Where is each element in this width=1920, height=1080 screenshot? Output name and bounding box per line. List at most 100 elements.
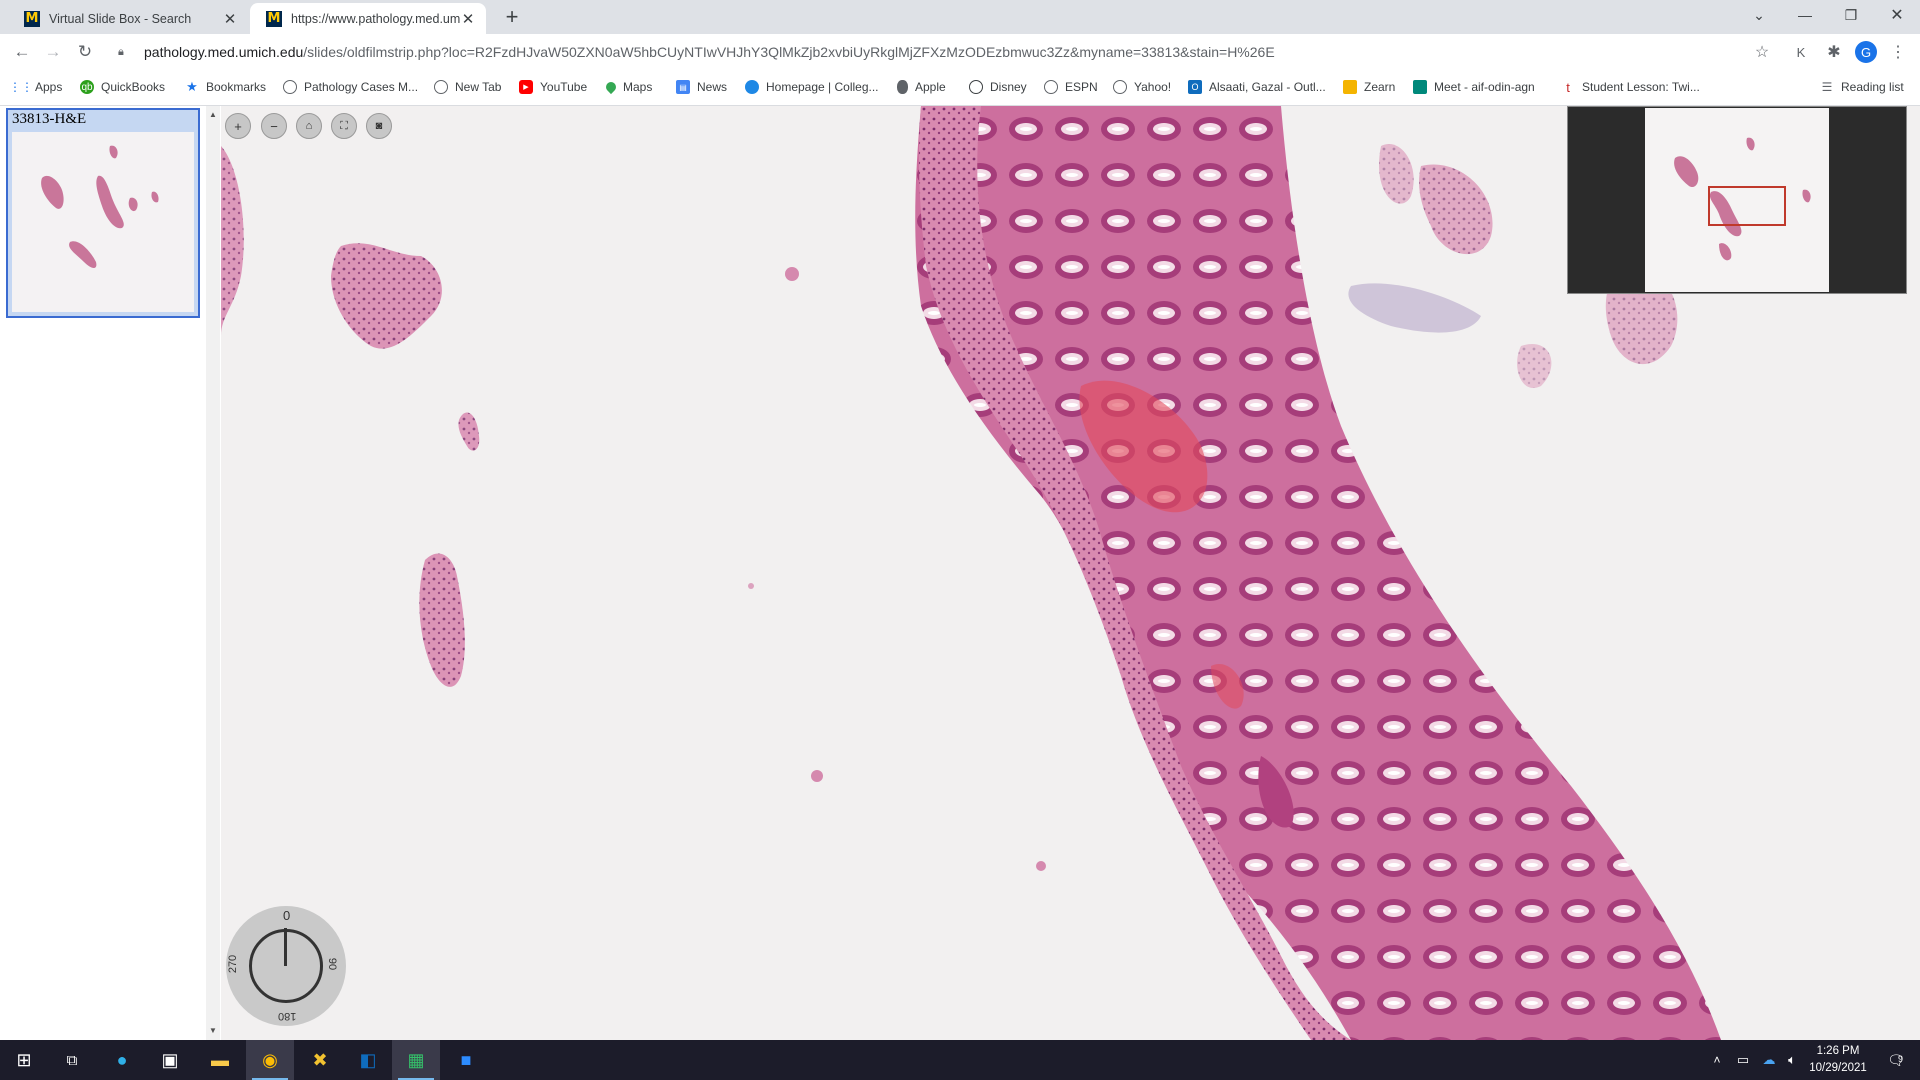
- chrome-icon[interactable]: ◉: [246, 1040, 294, 1080]
- tab-close-icon[interactable]: ✕: [222, 10, 238, 28]
- tab-pathology-slide[interactable]: M https://www.pathology.med.umich ✕: [250, 3, 486, 34]
- bookmarks-bar: ⋮⋮ Apps qb QuickBooks ★ Bookmarks Pathology…: [0, 70, 1920, 106]
- restore-icon[interactable]: ❐: [1836, 4, 1866, 26]
- umich-favicon-icon: M: [24, 10, 40, 27]
- notification-icon[interactable]: 🗨︎ 9: [1876, 1040, 1916, 1080]
- rotation-control[interactable]: 0 90 180 270: [226, 906, 346, 1026]
- task-view-icon[interactable]: ⧉: [48, 1040, 96, 1080]
- fullscreen-icon[interactable]: ⛶: [331, 113, 357, 139]
- clock-time: 1:26 PM: [1816, 1045, 1860, 1057]
- reading-list-button[interactable]: ☰ Reading list: [1820, 77, 1904, 97]
- edge-icon[interactable]: ●: [98, 1040, 146, 1080]
- zoom-app-icon[interactable]: ■: [442, 1040, 490, 1080]
- page-content: 33813-H&E ▲ ▼ + − ⌂ ⛶ ◙ 0 90 180 270: [0, 106, 1920, 1040]
- clock-date: 10/29/2021: [1809, 1062, 1867, 1074]
- url-text: pathology.med.umich.edu/slides/oldfilmst…: [144, 44, 1275, 60]
- outlook-taskbar-icon[interactable]: ◧: [344, 1040, 392, 1080]
- windows-start-icon[interactable]: ⊞: [0, 1040, 48, 1080]
- tab-virtual-slide-box[interactable]: M Virtual Slide Box - Search ✕: [8, 3, 248, 34]
- notification-count: 9: [1898, 1054, 1904, 1064]
- bookmark-label: QuickBooks: [101, 80, 166, 94]
- system-clock[interactable]: 1:26 PM 10/29/2021: [1800, 1043, 1876, 1077]
- scroll-down-arrow-icon[interactable]: ▼: [209, 1026, 217, 1035]
- menu-kebab-icon[interactable]: ⋮: [1887, 41, 1909, 63]
- network-icon[interactable]: ▭: [1730, 1040, 1756, 1080]
- bookmark-outlook[interactable]: O Alsaati, Gazal - Outl...: [1188, 77, 1326, 97]
- back-arrow-icon[interactable]: ←: [10, 40, 34, 64]
- globe-icon: [434, 80, 448, 94]
- bookmark-apps[interactable]: ⋮⋮ Apps: [9, 77, 62, 97]
- reading-list-icon: ☰: [1821, 80, 1833, 94]
- file-explorer-icon[interactable]: ▬: [196, 1040, 244, 1080]
- news-icon: ▤: [676, 80, 690, 94]
- onedrive-icon[interactable]: ☁: [1756, 1040, 1782, 1080]
- bookmark-homepage-college[interactable]: Homepage | Colleg...: [745, 77, 879, 97]
- umich-favicon-icon: M: [266, 10, 282, 27]
- windows-taskbar: ⊞ ⧉ ● ▣ ▬ ◉ ✖ ◧ ▦ ■ ˄ ▭ ☁ 🔈︎ 1:26 PM 10/…: [0, 1040, 1920, 1080]
- apple-icon: [897, 80, 908, 94]
- outlook-icon: O: [1188, 80, 1202, 94]
- address-bar[interactable]: 🔒︎ pathology.med.umich.edu/slides/oldfil…: [108, 37, 1788, 67]
- bookmark-student-lesson[interactable]: t Student Lesson: Twi...: [1561, 77, 1700, 97]
- bookmark-label: News: [697, 80, 728, 94]
- bookmark-maps[interactable]: Maps: [603, 77, 652, 97]
- extension-k-icon[interactable]: K: [1790, 41, 1812, 63]
- browser-toolbar: ← → ↻ 🔒︎ pathology.med.umich.edu/slides/…: [0, 34, 1920, 70]
- bookmark-pathology-cases[interactable]: Pathology Cases M...: [283, 77, 418, 97]
- bookmark-zearn[interactable]: Zearn: [1343, 77, 1395, 97]
- tray-chevron-icon[interactable]: ˄: [1704, 1040, 1730, 1080]
- home-icon[interactable]: ⌂: [296, 113, 322, 139]
- url-path: /slides/oldfilmstrip.php?loc=R2FzdHJvaW5…: [303, 44, 1275, 60]
- url-domain: pathology.med.umich.edu: [144, 44, 304, 60]
- bookmark-news[interactable]: ▤ News: [676, 77, 727, 97]
- store-icon[interactable]: ▣: [146, 1040, 194, 1080]
- camera-icon[interactable]: ◙: [366, 113, 392, 139]
- tab-search-chevron-icon[interactable]: ⌄: [1744, 4, 1774, 26]
- bookmark-label: Alsaati, Gazal - Outl...: [1209, 80, 1326, 94]
- window-close-icon[interactable]: ✕: [1882, 4, 1912, 26]
- bookmark-label: Pathology Cases M...: [304, 80, 419, 94]
- zoom-out-button[interactable]: −: [261, 113, 287, 139]
- bookmark-youtube[interactable]: ▶ YouTube: [519, 77, 587, 97]
- filmstrip-scrollbar[interactable]: ▲ ▼: [206, 106, 220, 1040]
- bookmark-star-icon[interactable]: ☆: [1751, 41, 1773, 63]
- lock-icon[interactable]: 🔒︎: [118, 46, 134, 59]
- lesson-icon: t: [1566, 79, 1570, 95]
- slide-thumbnail-card[interactable]: 33813-H&E: [6, 108, 200, 318]
- bookmark-yahoo[interactable]: Yahoo!: [1113, 77, 1171, 97]
- forward-arrow-icon[interactable]: →: [41, 40, 65, 64]
- bookmark-bookmarks[interactable]: ★ Bookmarks: [185, 77, 266, 97]
- disney-icon: [969, 80, 983, 94]
- image-viewer-icon[interactable]: ▦: [392, 1040, 440, 1080]
- zoom-in-button[interactable]: +: [225, 113, 251, 139]
- profile-avatar[interactable]: G: [1855, 41, 1877, 63]
- bookmark-new-tab[interactable]: New Tab: [434, 77, 501, 97]
- reading-list-label: Reading list: [1841, 80, 1904, 94]
- pinned-app-icon[interactable]: ✖: [296, 1040, 344, 1080]
- globe-icon: [1113, 80, 1127, 94]
- navigator-slide-image[interactable]: [1645, 108, 1829, 292]
- bookmark-label: Apple: [915, 80, 946, 94]
- rotation-needle[interactable]: [284, 928, 287, 966]
- star-icon: ★: [186, 79, 198, 94]
- slide-viewer[interactable]: + − ⌂ ⛶ ◙ 0 90 180 270: [221, 106, 1920, 1040]
- bookmark-meet[interactable]: Meet - aif-odin-agn: [1413, 77, 1535, 97]
- bookmark-disney[interactable]: Disney: [969, 77, 1027, 97]
- bookmark-quickbooks[interactable]: qb QuickBooks: [80, 77, 165, 97]
- slide-navigator-minimap[interactable]: [1567, 106, 1907, 294]
- rotation-label-0: 0: [283, 908, 291, 923]
- new-tab-button[interactable]: +: [500, 4, 524, 29]
- bookmark-espn[interactable]: ESPN: [1044, 77, 1098, 97]
- extensions-puzzle-icon[interactable]: ✱: [1823, 41, 1845, 63]
- bookmark-apple[interactable]: Apple: [897, 77, 946, 97]
- globe-icon: [1044, 80, 1058, 94]
- reload-icon[interactable]: ↻: [73, 40, 97, 64]
- slide-thumbnail-image[interactable]: [12, 132, 194, 312]
- zearn-icon: [1343, 80, 1357, 94]
- navigator-viewport-box[interactable]: [1708, 186, 1786, 226]
- scroll-up-arrow-icon[interactable]: ▲: [209, 110, 217, 119]
- bookmark-label: Bookmarks: [206, 80, 267, 94]
- minimize-icon[interactable]: —: [1790, 4, 1820, 26]
- tab-close-icon[interactable]: ✕: [460, 10, 476, 28]
- youtube-icon: ▶: [519, 80, 533, 94]
